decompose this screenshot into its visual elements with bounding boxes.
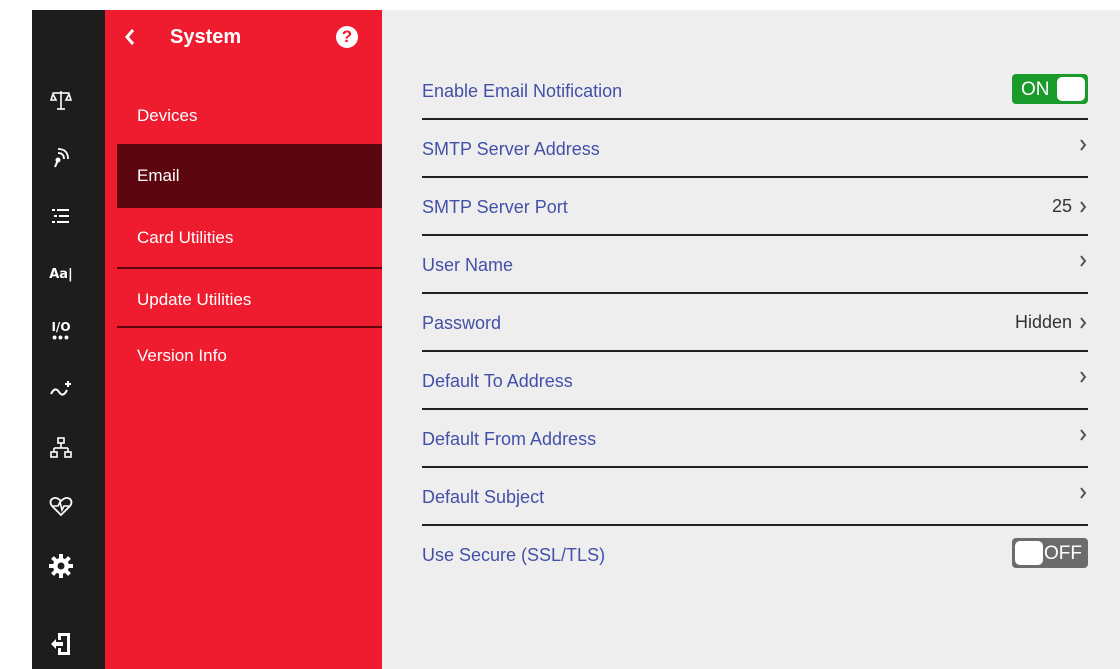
chevron-right-icon	[1080, 200, 1087, 213]
chevron-right-icon	[1080, 487, 1087, 499]
row-label: User Name	[422, 255, 514, 275]
logout-icon[interactable]	[32, 626, 90, 662]
enable-email-toggle[interactable]: ON	[1012, 74, 1088, 104]
settings-row-default-to[interactable]: Default To Address	[422, 350, 1088, 410]
settings-row-smtp-address[interactable]: SMTP Server Address	[422, 118, 1088, 178]
chevron-right-icon	[1080, 255, 1087, 267]
settings-panel: Enable Email Notification ON SMTP Server…	[382, 10, 1120, 669]
menu-title: System	[170, 26, 242, 48]
row-label: Password	[422, 313, 502, 333]
io-icon[interactable]: I/O •••	[32, 314, 90, 350]
chevron-right-icon	[1080, 371, 1087, 383]
settings-row-use-secure[interactable]: Use Secure (SSL/TLS) OFF	[422, 524, 1088, 582]
toggle-knob	[1057, 77, 1085, 101]
menu-item-label: Update Utilities	[137, 290, 252, 309]
use-secure-toggle[interactable]: OFF	[1012, 538, 1088, 568]
settings-row-password[interactable]: Password Hidden	[422, 292, 1088, 352]
menu-item-card-utilities[interactable]: Card Utilities	[117, 208, 382, 266]
menu-item-label: Email	[137, 166, 180, 185]
text-format-icon[interactable]: Aa|	[32, 256, 90, 292]
scale-icon[interactable]	[32, 82, 90, 118]
menu-item-label: Card Utilities	[137, 228, 234, 247]
menu-item-devices[interactable]: Devices	[117, 92, 382, 144]
row-label: Enable Email Notification	[422, 81, 623, 101]
settings-row-default-subject[interactable]: Default Subject	[422, 466, 1088, 526]
icon-rail: Aa| I/O •••	[32, 10, 105, 669]
system-menu: System ? Devices Email Card Utilities Up…	[105, 10, 386, 669]
settings-row-enable-email[interactable]: Enable Email Notification ON	[422, 60, 1088, 120]
chevron-left-icon[interactable]	[121, 26, 139, 48]
row-value: Hidden	[1014, 312, 1072, 332]
menu-item-label: Version Info	[137, 346, 227, 365]
settings-row-user-name[interactable]: User Name	[422, 234, 1088, 294]
network-hierarchy-icon[interactable]	[32, 430, 90, 466]
row-value: 25	[1051, 196, 1072, 216]
gear-icon[interactable]	[32, 548, 90, 584]
help-icon[interactable]: ?	[336, 26, 358, 48]
chevron-right-icon	[1080, 139, 1087, 151]
row-label: Default From Address	[422, 429, 597, 449]
wireless-sensor-icon[interactable]	[32, 140, 90, 176]
toggle-knob	[1015, 541, 1043, 565]
menu-header: System ?	[105, 10, 382, 66]
menu-item-version-info[interactable]: Version Info	[117, 328, 382, 384]
row-label: SMTP Server Port	[422, 197, 568, 217]
menu-item-email[interactable]: Email	[117, 144, 382, 208]
row-label: Use Secure (SSL/TLS)	[422, 545, 606, 565]
row-label: SMTP Server Address	[422, 139, 600, 159]
row-label: Default Subject	[422, 487, 545, 507]
health-heart-icon[interactable]	[32, 488, 90, 524]
signal-arrow-icon[interactable]	[32, 372, 90, 408]
chevron-right-icon	[1080, 429, 1087, 441]
menu-item-update-utilities[interactable]: Update Utilities	[117, 269, 382, 326]
settings-row-smtp-port[interactable]: SMTP Server Port 25	[422, 176, 1088, 236]
toggle-state: OFF	[1044, 543, 1082, 564]
toggle-state: ON	[1021, 79, 1050, 100]
row-label: Default To Address	[422, 371, 573, 391]
list-icon[interactable]	[32, 198, 90, 234]
menu-item-label: Devices	[137, 106, 198, 125]
settings-row-default-from[interactable]: Default From Address	[422, 408, 1088, 468]
chevron-right-icon	[1080, 316, 1087, 329]
